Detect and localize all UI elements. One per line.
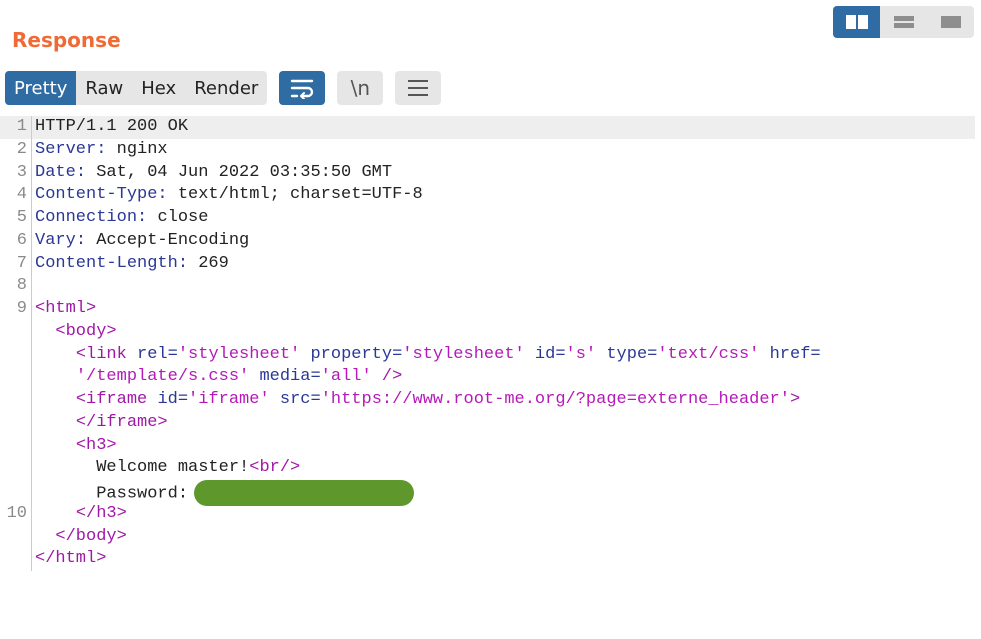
header-value: Accept-Encoding <box>96 230 250 250</box>
show-newlines-button[interactable]: \n <box>337 71 384 105</box>
header-name: Vary <box>35 230 76 250</box>
line-number: 8 <box>16 276 27 296</box>
html-open-tag: <html> <box>35 299 97 318</box>
line-number: 3 <box>16 162 27 182</box>
line-number: 6 <box>16 230 27 250</box>
header-name: Connection <box>35 208 138 227</box>
iframe-tag: <iframe <box>75 390 148 409</box>
header-name: Content-Length <box>35 253 178 273</box>
header-name: Date <box>35 162 76 182</box>
split-view-icon <box>845 15 868 29</box>
code-line: </iframe> <box>0 411 975 435</box>
single-view-button[interactable] <box>927 6 974 38</box>
header-value: nginx <box>116 139 168 159</box>
line-number: 1 <box>16 117 27 136</box>
menu-button[interactable] <box>395 71 442 105</box>
newline-label: \n <box>350 76 371 100</box>
code-line: <h3> <box>0 434 975 458</box>
code-line: 9 <html> <box>0 298 975 321</box>
view-tabs: Pretty Raw Hex Render \n <box>5 71 442 105</box>
code-line: 10 </h3> <box>0 502 975 526</box>
code-line: 4 Content-Type: text/html; charset=UTF-8 <box>0 184 975 207</box>
code-line: 3 Date: Sat, 04 Jun 2022 03:35:50 GMT <box>0 161 975 185</box>
header-value: close <box>157 208 209 227</box>
status-line: HTTP/1.1 200 OK <box>35 117 189 136</box>
header-name: Content-Type <box>35 185 158 205</box>
tab-pretty[interactable]: Pretty <box>5 71 77 105</box>
iframe-src-url: 'https://www.root-me.org/?page=externe_h… <box>320 390 790 409</box>
code-line: '/template/s.css' media='all' /> <box>0 366 975 389</box>
tab-raw[interactable]: Raw <box>76 71 132 105</box>
hamburger-menu-icon <box>408 80 429 96</box>
code-line: </html> <box>0 548 975 571</box>
code-line: Welcome master!<br/> <box>0 457 975 480</box>
code-line: Password: <box>0 480 975 506</box>
horizontal-view-icon <box>893 16 914 28</box>
line-number: 4 <box>16 185 27 205</box>
body-open-tag: <body> <box>55 321 117 341</box>
single-view-icon <box>940 16 961 28</box>
code-line: 2 Server: nginx <box>0 138 975 162</box>
header-name: Server <box>35 139 97 159</box>
line-number: 7 <box>16 253 27 273</box>
tab-hex[interactable]: Hex <box>132 71 185 105</box>
code-line: 5 Connection: close <box>0 207 975 230</box>
link-tag: <link <box>75 344 127 364</box>
code-line: 6 Vary: Accept-Encoding <box>0 229 975 253</box>
panel-title: Response <box>12 28 121 52</box>
tab-bar: Pretty Raw Hex Render <box>5 71 268 105</box>
tab-render[interactable]: Render <box>185 71 267 105</box>
code-line: <link rel='stylesheet' property='stylesh… <box>0 343 975 367</box>
split-view-button[interactable] <box>833 6 880 38</box>
welcome-text: Welcome master! <box>96 458 250 478</box>
layout-toggle <box>833 6 974 38</box>
code-line: 7 Content-Length: 269 <box>0 252 975 276</box>
header-value: 269 <box>198 253 229 273</box>
code-line: 1 HTTP/1.1 200 OK <box>0 116 975 139</box>
response-editor[interactable]: 1 HTTP/1.1 200 OK 2 Server: nginx 3 Date… <box>0 116 975 571</box>
password-label: Password: <box>96 484 189 504</box>
header-value: Sat, 04 Jun 2022 03:35:50 GMT <box>96 162 393 182</box>
line-number: 10 <box>6 503 27 523</box>
line-number: 9 <box>16 299 27 318</box>
line-number: 2 <box>16 139 27 159</box>
line-number: 5 <box>16 208 27 227</box>
code-line: 8 <box>0 275 975 298</box>
word-wrap-icon <box>291 79 314 99</box>
word-wrap-button[interactable] <box>279 71 326 105</box>
code-line: <body> <box>0 320 975 344</box>
header-value: text/html; charset=UTF-8 <box>177 185 423 205</box>
horizontal-view-button[interactable] <box>880 6 927 38</box>
code-line: </body> <box>0 525 975 549</box>
code-line: <iframe id='iframe' src='https://www.roo… <box>0 389 975 412</box>
